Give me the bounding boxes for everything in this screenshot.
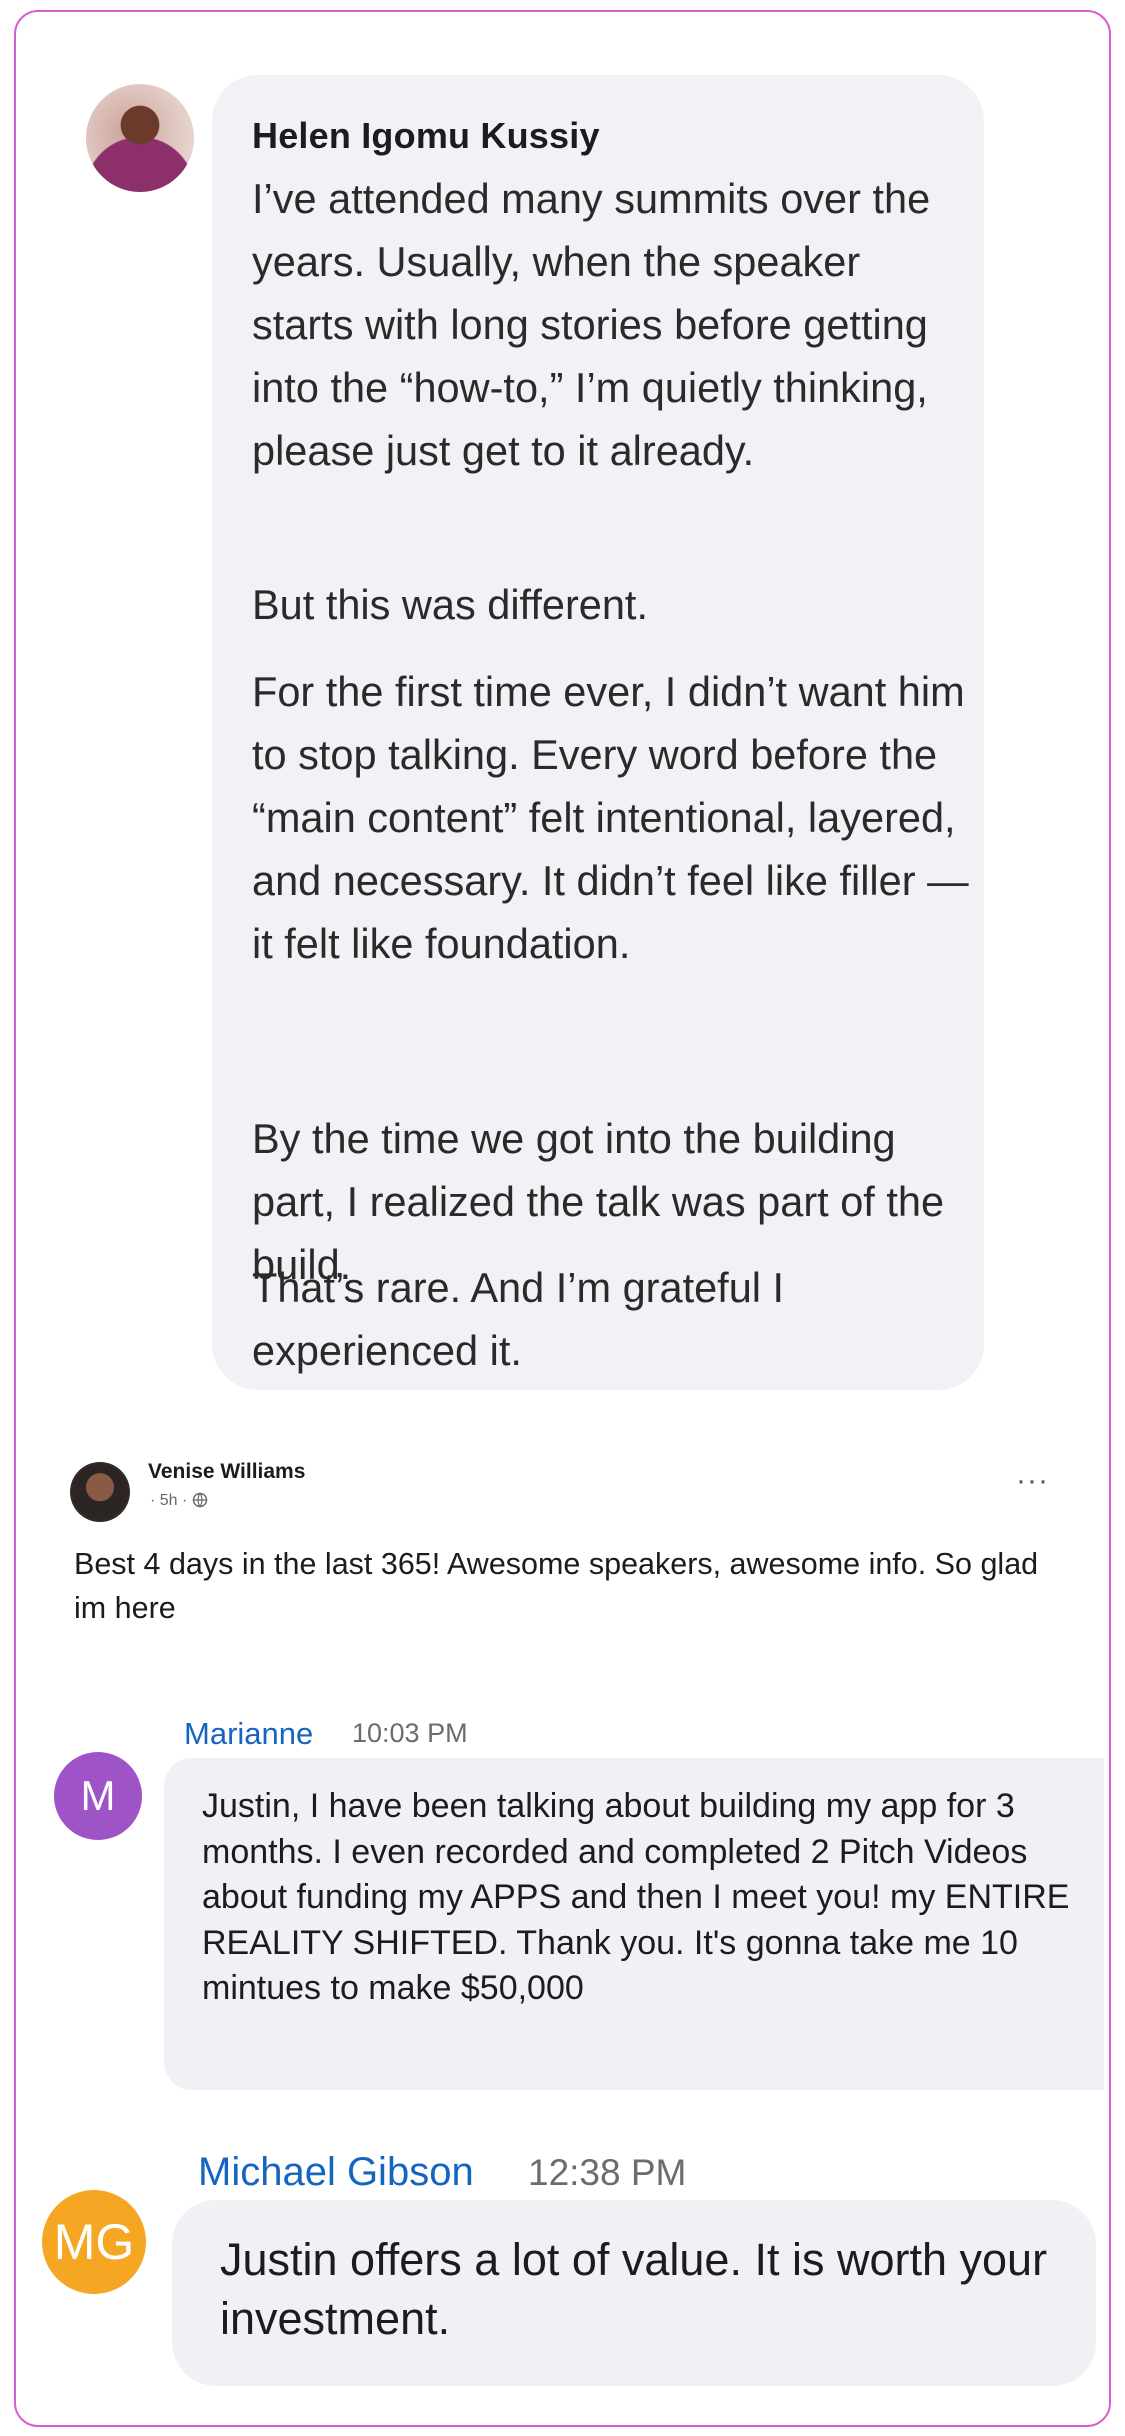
- message-text: Justin offers a lot of value. It is wort…: [220, 2234, 1048, 2344]
- comment-paragraph: I’ve attended many summits over the year…: [252, 175, 931, 474]
- poster-name[interactable]: Venise Williams: [148, 1460, 305, 1484]
- message-bubble-michael: Justin offers a lot of value. It is wort…: [172, 2200, 1096, 2386]
- commenter-name[interactable]: Helen Igomu Kussiy: [252, 115, 600, 157]
- message-time: 10:03 PM: [352, 1718, 468, 1748]
- globe-icon: [192, 1492, 208, 1508]
- comment-paragraph: For the first time ever, I didn’t want h…: [252, 668, 969, 967]
- avatar-michael[interactable]: MG: [42, 2190, 146, 2294]
- testimonial-frame: Helen Igomu Kussiy I’ve attended many su…: [14, 10, 1111, 2427]
- more-options-icon[interactable]: ···: [1016, 1466, 1049, 1496]
- comment-paragraph: That’s rare. And I’m grateful I experien…: [252, 1264, 785, 1374]
- avatar-helen[interactable]: [86, 84, 194, 192]
- comment-paragraph: But this was different.: [252, 581, 648, 628]
- avatar-marianne[interactable]: M: [54, 1752, 142, 1840]
- message-time: 12:38 PM: [528, 2152, 687, 2193]
- avatar-venise[interactable]: [70, 1462, 130, 1522]
- post-timestamp: · 5h ·: [150, 1492, 208, 1510]
- sender-name[interactable]: Marianne: [184, 1716, 313, 1752]
- message-text: Justin, I have been talking about buildi…: [202, 1787, 1070, 2007]
- message-bubble-marianne: Justin, I have been talking about buildi…: [164, 1758, 1104, 2090]
- sender-name[interactable]: Michael Gibson: [198, 2150, 474, 2195]
- post-text: Best 4 days in the last 365! Awesome spe…: [74, 1547, 1039, 1625]
- comment-bubble-helen: Helen Igomu Kussiy I’ve attended many su…: [212, 75, 984, 1390]
- post-time-text: · 5h ·: [150, 1492, 188, 1509]
